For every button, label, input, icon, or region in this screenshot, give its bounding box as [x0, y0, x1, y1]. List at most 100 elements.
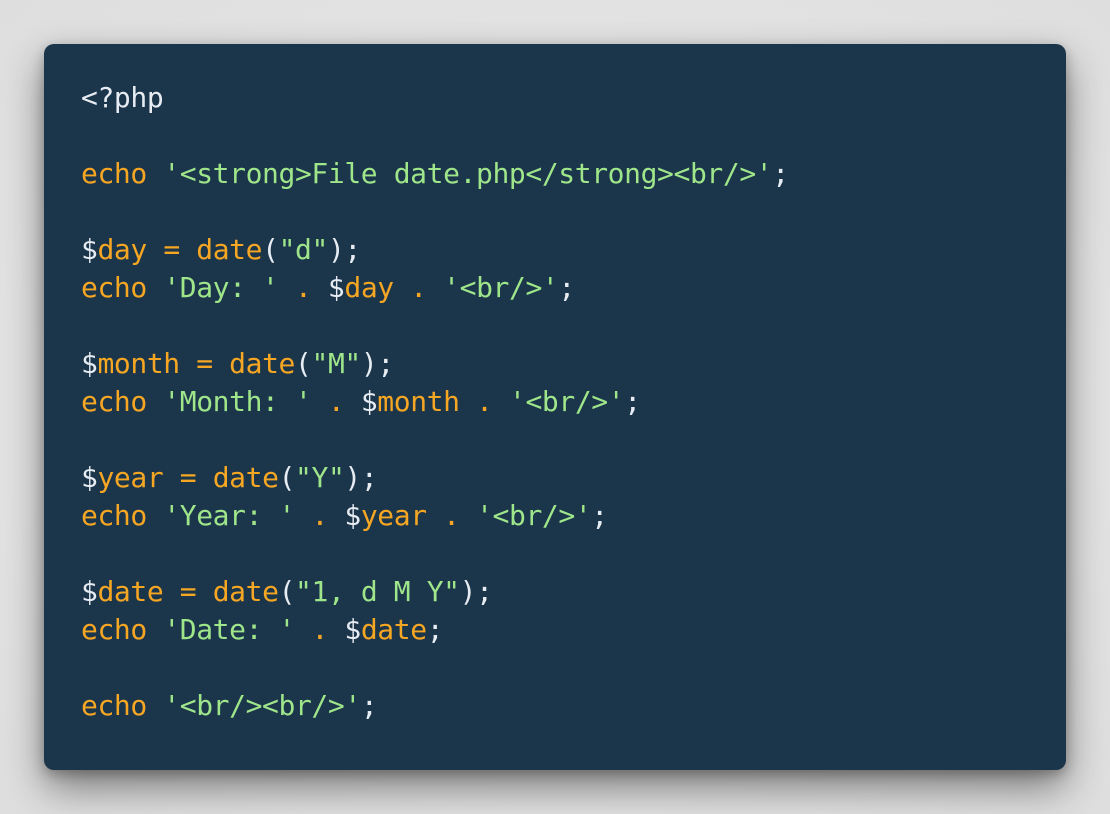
code-token-str: "d"	[278, 233, 329, 266]
code-token-str: '<br/><br/>'	[163, 689, 361, 722]
code-token-str: '<br/>'	[509, 385, 625, 418]
code-token-str: '<br/>'	[443, 271, 559, 304]
code-token-plain: (	[278, 575, 296, 608]
code-token-var: year	[97, 461, 164, 494]
code-token-plain: $	[81, 575, 98, 608]
code-token-plain: ;	[360, 689, 378, 722]
code-token-op: .	[294, 271, 312, 304]
code-token-op: .	[327, 385, 345, 418]
code-line: echo 'Day: ' . $day . '<br/>';	[81, 269, 789, 307]
code-token-kw: echo	[81, 499, 147, 532]
code-token-plain: $	[311, 271, 345, 304]
code-token-plain: );	[360, 347, 394, 380]
code-token-str: '<br/>'	[476, 499, 592, 532]
code-token-op: .	[410, 271, 427, 304]
code-token-op: =	[179, 575, 197, 608]
code-line: $month = date("M");	[81, 345, 789, 383]
code-token-op: =	[163, 233, 180, 266]
code-token-plain: (	[295, 347, 312, 380]
code-token-kw: date	[196, 233, 263, 266]
code-token-op: .	[311, 499, 328, 532]
code-token-op: =	[179, 461, 197, 494]
code-token-plain: ;	[624, 385, 641, 418]
code-token-kw: echo	[81, 613, 147, 646]
code-block[interactable]: <?php echo '<strong>File date.php</stron…	[81, 79, 789, 725]
code-token-plain: $	[81, 461, 98, 494]
code-line: echo '<br/><br/>';	[81, 687, 789, 725]
code-token-plain: ;	[772, 157, 789, 190]
code-token-var: year	[360, 499, 427, 532]
code-token-str: "Y"	[295, 461, 345, 494]
code-line: echo 'Month: ' . $month . '<br/>';	[81, 383, 789, 421]
code-token-op: .	[443, 499, 460, 532]
code-token-var: month	[377, 385, 460, 418]
code-line: <?php	[81, 79, 789, 117]
code-token-var: day	[344, 271, 394, 304]
code-token-op: .	[476, 385, 493, 418]
code-token-op: =	[196, 347, 213, 380]
code-token-kw: date	[229, 347, 296, 380]
code-token-plain: );	[344, 461, 378, 494]
code-token-kw: echo	[81, 689, 147, 722]
code-line: $date = date("1, d M Y");	[81, 573, 789, 611]
code-token-str: 'Day: '	[163, 271, 279, 304]
code-token-var: date	[360, 613, 427, 646]
code-token-kw: echo	[81, 271, 147, 304]
code-token-plain: $	[81, 233, 98, 266]
code-token-kw: echo	[81, 157, 147, 190]
code-token-str: '<strong>File date.php</strong><br/>'	[163, 157, 773, 190]
code-token-var: date	[97, 575, 164, 608]
code-token-kw: date	[212, 461, 279, 494]
code-token-plain: (	[262, 233, 279, 266]
code-token-str: "M"	[311, 347, 361, 380]
code-token-str: 'Year: '	[163, 499, 295, 532]
code-token-plain: ;	[558, 271, 575, 304]
code-token-plain: <?php	[81, 81, 164, 114]
code-token-plain: $	[81, 347, 98, 380]
code-token-plain: ;	[591, 499, 608, 532]
code-line: $year = date("Y");	[81, 459, 789, 497]
code-token-var: month	[97, 347, 180, 380]
code-line: echo 'Year: ' . $year . '<br/>';	[81, 497, 789, 535]
code-token-plain: );	[459, 575, 493, 608]
code-token-var: day	[97, 233, 147, 266]
code-token-plain: (	[278, 461, 296, 494]
code-token-str: "1, d M Y"	[295, 575, 460, 608]
code-token-plain: $	[327, 613, 361, 646]
code-token-kw: date	[212, 575, 279, 608]
code-line: $day = date("d");	[81, 231, 789, 269]
code-token-op: .	[311, 613, 328, 646]
code-token-plain: ;	[426, 613, 444, 646]
code-token-plain: $	[327, 499, 361, 532]
code-window: <?php echo '<strong>File date.php</stron…	[44, 44, 1066, 770]
code-token-str: 'Date: '	[163, 613, 295, 646]
